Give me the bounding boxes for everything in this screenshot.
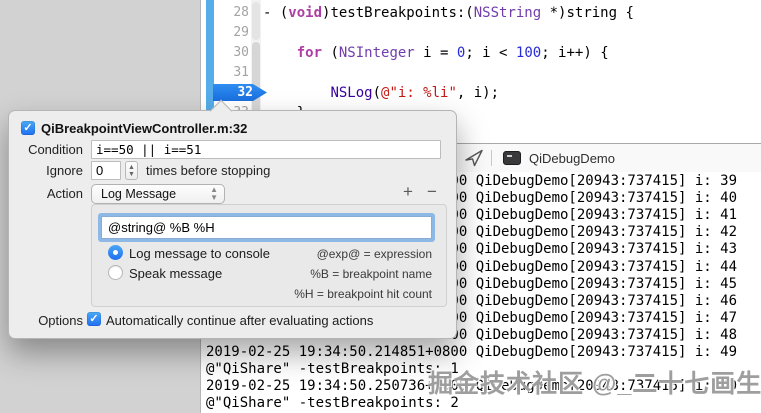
location-arrow-icon[interactable] <box>463 148 485 168</box>
action-popup-value: Log Message <box>101 187 177 201</box>
radio-speak-message-label: Speak message <box>129 266 223 281</box>
line-number: 32 <box>237 85 253 100</box>
ignore-count-input[interactable] <box>91 161 121 180</box>
action-label: Action <box>46 186 83 201</box>
condition-label: Condition <box>28 142 83 157</box>
line-number[interactable]: 31 <box>215 63 249 83</box>
code-text: for (NSInteger i = 0; i < 100; i++) { <box>296 45 609 61</box>
line-number[interactable]: 28 <box>215 3 249 23</box>
radio-log-message[interactable] <box>108 245 123 260</box>
breakpoint-enabled-checkbox[interactable]: ✓ <box>21 121 35 135</box>
code-line: 28 - (void)testBreakpoints:(NSString *)st… <box>201 3 761 23</box>
code-text: NSLog(@"i: %li", i); <box>330 85 500 101</box>
breakpoint-popover: ✓ QiBreakpointViewController.m:32 Condit… <box>8 99 457 339</box>
remove-action-button[interactable]: − <box>423 181 441 203</box>
watermark-text: 掘金技术社区 @_二十七画生 <box>428 370 761 398</box>
ignore-label: Ignore <box>46 163 83 178</box>
auto-continue-label: Automatically continue after evaluating … <box>106 313 374 328</box>
line-number[interactable]: 29 <box>215 23 249 43</box>
options-label: Options <box>38 313 83 328</box>
popover-title: QiBreakpointViewController.m:32 <box>41 121 248 136</box>
radio-log-message-label: Log message to console <box>129 246 270 261</box>
line-number[interactable]: 30 <box>215 43 249 63</box>
hint-hit-count: %H = breakpoint hit count <box>294 287 432 301</box>
code-line: 31 <box>201 63 761 83</box>
ignore-stepper[interactable]: ▲ ▼ <box>125 161 138 180</box>
chevron-up-down-icon: ▲ ▼ <box>210 185 218 202</box>
screenshot-stage: 28 - (void)testBreakpoints:(NSString *)st… <box>0 0 761 413</box>
code-text: - (void)testBreakpoints:(NSString *)stri… <box>263 5 634 21</box>
auto-continue-checkbox[interactable]: ✓ <box>87 312 101 326</box>
hint-breakpoint-name: %B = breakpoint name <box>310 267 432 281</box>
stepper-down-icon[interactable]: ▼ <box>126 171 137 179</box>
code-line: 29 <box>201 23 761 43</box>
process-name[interactable]: QiDebugDemo <box>529 151 615 166</box>
console-line: @"QiShare" -testBreakpoints: 1 <box>206 361 459 378</box>
terminal-icon <box>503 151 521 165</box>
code-line: 30 for (NSInteger i = 0; i < 100; i++) { <box>201 43 761 63</box>
breakpoint-marker[interactable]: 32 <box>213 84 267 101</box>
radio-speak-message[interactable] <box>108 265 123 280</box>
ignore-suffix-label: times before stopping <box>146 163 271 178</box>
condition-input[interactable] <box>91 140 441 159</box>
console-line: @"QiShare" -testBreakpoints: 2 <box>206 395 459 412</box>
debugbar-separator <box>491 150 492 166</box>
action-popup-button[interactable]: Log Message ▲ ▼ <box>91 184 225 204</box>
hint-expression: @exp@ = expression <box>316 247 432 261</box>
log-message-input[interactable] <box>101 216 432 239</box>
add-action-button[interactable]: + <box>399 181 417 203</box>
code-line: 32 NSLog(@"i: %li", i); <box>201 83 761 103</box>
console-line: 2019-02-25 19:34:50.214851+0800 QiDebugD… <box>206 344 738 360</box>
